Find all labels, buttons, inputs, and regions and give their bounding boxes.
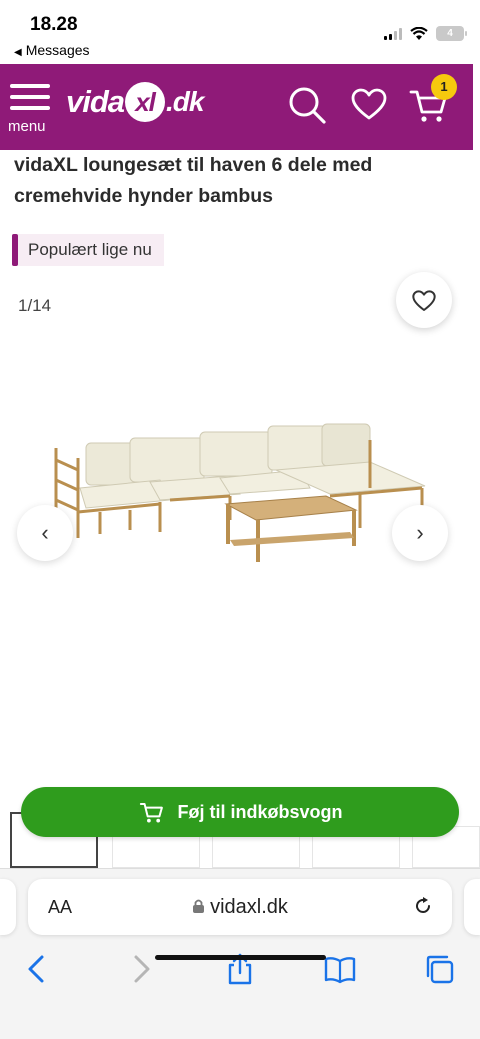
chevron-left-icon[interactable]: [20, 951, 56, 987]
chevron-right-icon: ›: [416, 520, 424, 545]
status-icons: 4: [384, 26, 467, 41]
tabs-icon[interactable]: [422, 951, 458, 987]
book-icon[interactable]: [322, 951, 358, 987]
cart-icon: [139, 802, 163, 823]
url-display: vidaxl.dk: [28, 896, 452, 919]
lock-icon: [193, 899, 205, 913]
site-header: menu vida xl .dk 1: [0, 64, 473, 150]
heart-icon[interactable]: [348, 84, 390, 126]
reload-icon[interactable]: [412, 895, 434, 917]
cart-count-badge: 1: [431, 74, 457, 100]
status-time: 18.28: [30, 14, 78, 35]
menu-icon: [8, 84, 54, 110]
heart-icon: [412, 290, 436, 311]
popular-badge-label: Populært lige nu: [28, 240, 152, 259]
browser-toolbar: AA vidaxl.dk: [0, 868, 480, 1039]
back-to-messages[interactable]: ◀ Messages: [14, 42, 90, 58]
signal-icon: [384, 27, 402, 40]
home-indicator: [155, 955, 326, 960]
popular-badge: Populært lige nu: [12, 234, 164, 266]
menu-label: menu: [8, 118, 46, 135]
url-text: vidaxl.dk: [210, 896, 288, 918]
add-to-cart-label: Føj til indkøbsvogn: [177, 801, 343, 822]
next-tab-preview[interactable]: [464, 879, 480, 935]
add-to-cart-button[interactable]: Føj til indkøbsvogn: [21, 787, 459, 837]
image-counter: 1/14: [18, 296, 52, 315]
previous-tab-preview[interactable]: [0, 879, 16, 935]
status-bar: 18.28 ◀ Messages 4: [0, 0, 480, 64]
product-title: vidaXL loungesæt til haven 6 dele med cr…: [14, 154, 373, 207]
chevron-left-icon: ‹: [41, 520, 49, 545]
menu-button[interactable]: menu: [8, 84, 54, 138]
search-icon[interactable]: [286, 84, 328, 126]
address-bar[interactable]: AA vidaxl.dk: [28, 879, 452, 935]
browser-nav-row: [0, 947, 480, 991]
wishlist-button[interactable]: [396, 272, 452, 328]
battery-icon: 4: [436, 26, 467, 41]
next-image-button[interactable]: ›: [392, 505, 448, 561]
back-label: Messages: [25, 42, 90, 58]
wifi-icon: [410, 26, 428, 40]
chevron-right-icon[interactable]: [122, 951, 158, 987]
prev-image-button[interactable]: ‹: [17, 505, 73, 561]
vidaxl-logo[interactable]: vida xl .dk: [66, 82, 205, 122]
product-image[interactable]: [30, 400, 450, 580]
